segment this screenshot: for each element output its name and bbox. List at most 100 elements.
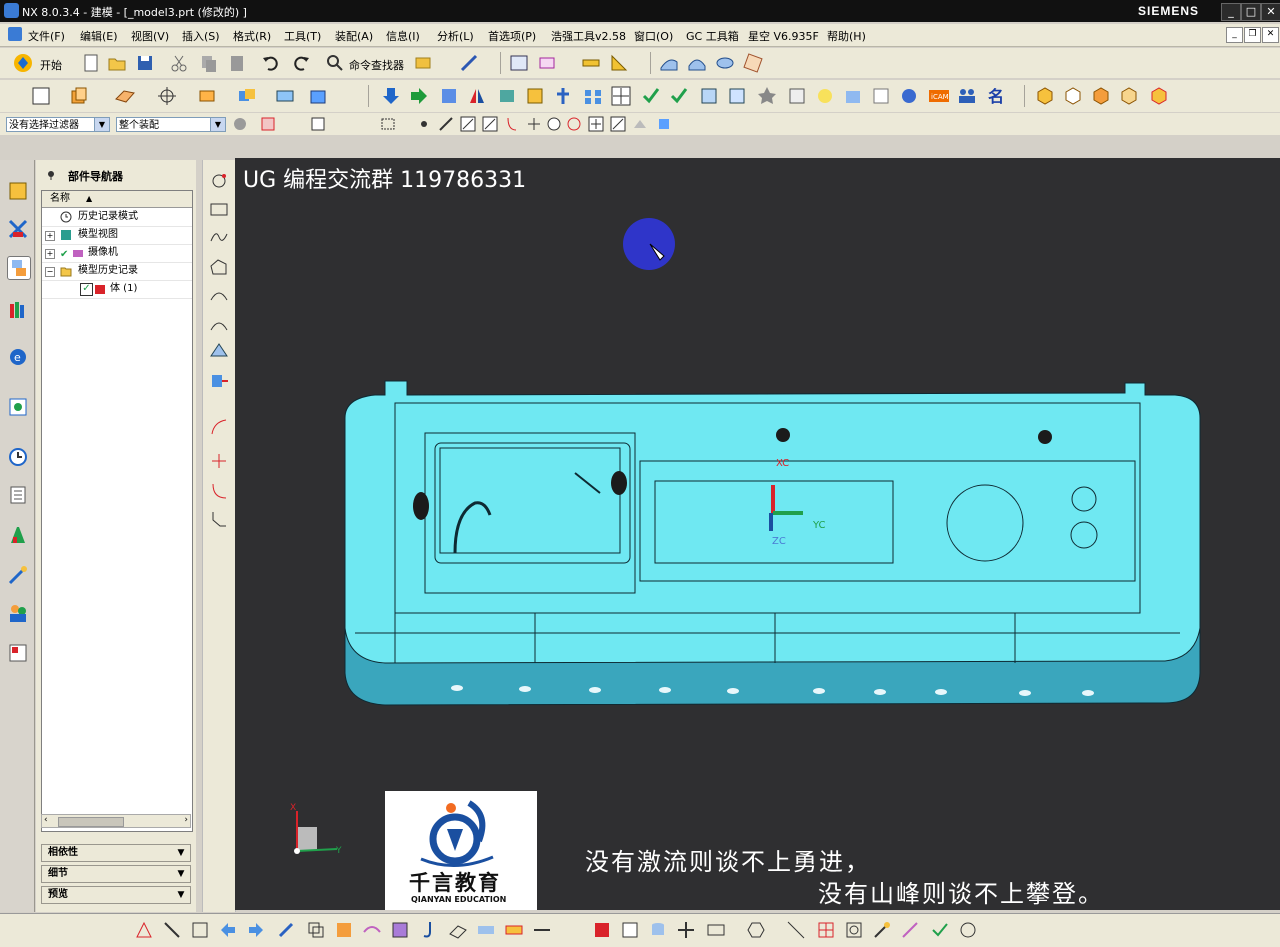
copy-feature-icon[interactable] <box>306 920 326 940</box>
fillet-curve-icon[interactable] <box>208 480 230 502</box>
csys-constructor-icon[interactable] <box>190 920 210 940</box>
menu-preferences[interactable]: 首选项(P) <box>488 28 536 44</box>
subtract-icon[interactable] <box>274 85 296 107</box>
process-studio-icon[interactable] <box>7 524 29 546</box>
menu-gc-toolkit[interactable]: GC 工具箱 <box>686 28 739 44</box>
rectangle-select-icon[interactable] <box>380 116 396 132</box>
palette-icon[interactable] <box>7 642 29 664</box>
circle-outline-icon[interactable] <box>958 920 978 940</box>
red-cube-icon[interactable] <box>592 920 612 940</box>
spline-tool-icon[interactable] <box>208 226 230 248</box>
scrollbar-thumb[interactable] <box>58 817 124 827</box>
doc-minimize-button[interactable]: _ <box>1226 27 1243 43</box>
hole-icon[interactable] <box>844 920 864 940</box>
tree-row-body[interactable]: ✓ 体 (1) <box>42 280 192 299</box>
collapse-icon[interactable]: − <box>45 267 55 277</box>
snap-point-icon[interactable] <box>416 116 432 132</box>
unite-icon[interactable] <box>236 85 258 107</box>
hook-icon[interactable] <box>420 920 440 940</box>
plane-icon[interactable] <box>448 920 468 940</box>
datum-target-icon[interactable] <box>816 920 836 940</box>
panel-preview[interactable]: 预览 ▼ <box>41 886 191 904</box>
extend-icon[interactable] <box>532 920 552 940</box>
book-icon[interactable] <box>438 85 460 107</box>
extract-geometry-icon[interactable] <box>208 370 230 392</box>
reuse-library-icon[interactable] <box>7 298 29 320</box>
panel-details[interactable]: 细节 ▼ <box>41 865 191 883</box>
cube-tool-3-icon[interactable] <box>1090 85 1112 107</box>
tree-icon[interactable] <box>726 85 748 107</box>
visibility-checkbox[interactable]: ✓ <box>80 283 93 296</box>
project-curve-icon[interactable] <box>208 312 230 334</box>
snap-quadrant-icon[interactable] <box>566 116 582 132</box>
open-folder-icon[interactable] <box>106 52 128 74</box>
command-finder-label[interactable]: 命令查找器 <box>349 57 404 73</box>
tree-row-history-mode[interactable]: 历史记录模式 <box>42 208 192 227</box>
tree-column-header[interactable]: 名称 ▲ <box>42 191 192 208</box>
people-icon[interactable] <box>956 85 978 107</box>
window-minimize-button[interactable]: _ <box>1221 3 1241 21</box>
cut-icon[interactable] <box>168 52 190 74</box>
menu-analysis[interactable]: 分析(L) <box>437 28 474 44</box>
menu-information[interactable]: 信息(I) <box>386 28 420 44</box>
extrude-icon[interactable] <box>68 85 90 107</box>
edit-color-icon[interactable] <box>504 920 524 940</box>
reference-set-icon[interactable] <box>536 52 558 74</box>
graphics-window[interactable]: UG 编程交流群 119786331 XC YC ZC X Y 千言教育 QIA… <box>235 158 1280 910</box>
doc-restore-button[interactable]: ❐ <box>1244 27 1261 43</box>
component-icon[interactable] <box>496 85 518 107</box>
icam-icon[interactable]: iCAM <box>928 85 950 107</box>
save-icon[interactable] <box>134 52 156 74</box>
arrow-right-icon[interactable] <box>246 920 266 940</box>
surface-tool-3-icon[interactable] <box>714 52 736 74</box>
check-tag-icon[interactable] <box>930 920 950 940</box>
trim-curve-icon[interactable] <box>208 416 230 438</box>
cube-tool-1-icon[interactable] <box>1034 85 1056 107</box>
constraint-navigator-icon[interactable] <box>7 218 29 240</box>
wave-link-icon[interactable] <box>362 920 382 940</box>
move-icon[interactable] <box>676 920 696 940</box>
selection-scope-icon[interactable] <box>310 116 326 132</box>
roles-icon[interactable] <box>7 602 29 624</box>
block-icon[interactable] <box>196 85 218 107</box>
menu-window[interactable]: 窗口(O) <box>634 28 673 44</box>
snap-toggle-icon[interactable] <box>412 52 434 74</box>
menu-help[interactable]: 帮助(H) <box>827 28 866 44</box>
history-icon[interactable] <box>7 446 29 468</box>
panel-dependencies[interactable]: 相依性 ▼ <box>41 844 191 862</box>
star-icon[interactable] <box>756 85 778 107</box>
split-curve-icon[interactable] <box>208 450 230 472</box>
cube-tool-5-icon[interactable] <box>1148 85 1170 107</box>
offset-curve-icon[interactable] <box>208 284 230 306</box>
wcs-tool-icon[interactable] <box>458 52 480 74</box>
system-materials-icon[interactable] <box>7 484 29 506</box>
internet-explorer-icon[interactable]: e <box>7 346 29 368</box>
rectangle-icon[interactable] <box>706 920 726 940</box>
snap-on-face-icon[interactable] <box>632 116 648 132</box>
snap-on-curve-icon[interactable] <box>610 116 626 132</box>
translate-icon[interactable] <box>898 85 920 107</box>
layer-settings-icon[interactable] <box>508 52 530 74</box>
snap-end-icon[interactable] <box>438 116 454 132</box>
manufacturing-wizard-icon[interactable] <box>7 564 29 586</box>
tree-row-model-views[interactable]: + 模型视图 <box>42 226 192 245</box>
scroll-right-icon[interactable]: › <box>184 815 188 825</box>
start-label[interactable]: 开始 <box>40 57 62 73</box>
window-maximize-button[interactable]: □ <box>1241 3 1261 21</box>
snap-arc-center-icon[interactable] <box>526 116 542 132</box>
redo-icon[interactable] <box>290 52 312 74</box>
menu-view[interactable]: 视图(V) <box>131 28 169 44</box>
validate-icon[interactable] <box>640 85 662 107</box>
snap-mid-icon[interactable] <box>460 116 476 132</box>
datum-plane-icon[interactable] <box>114 85 136 107</box>
assembly-scope-dropdown[interactable]: 整个装配 ▼ <box>116 117 226 132</box>
copy-icon[interactable] <box>198 52 220 74</box>
assembly-icon[interactable] <box>524 85 546 107</box>
doc-close-button[interactable]: ✕ <box>1262 27 1279 43</box>
menu-insert[interactable]: 插入(S) <box>182 28 220 44</box>
surface-tool-4-icon[interactable] <box>742 52 764 74</box>
snap-control-icon[interactable] <box>482 116 498 132</box>
check-icon[interactable] <box>668 85 690 107</box>
constraint-icon[interactable] <box>552 85 574 107</box>
undo-icon[interactable] <box>260 52 282 74</box>
